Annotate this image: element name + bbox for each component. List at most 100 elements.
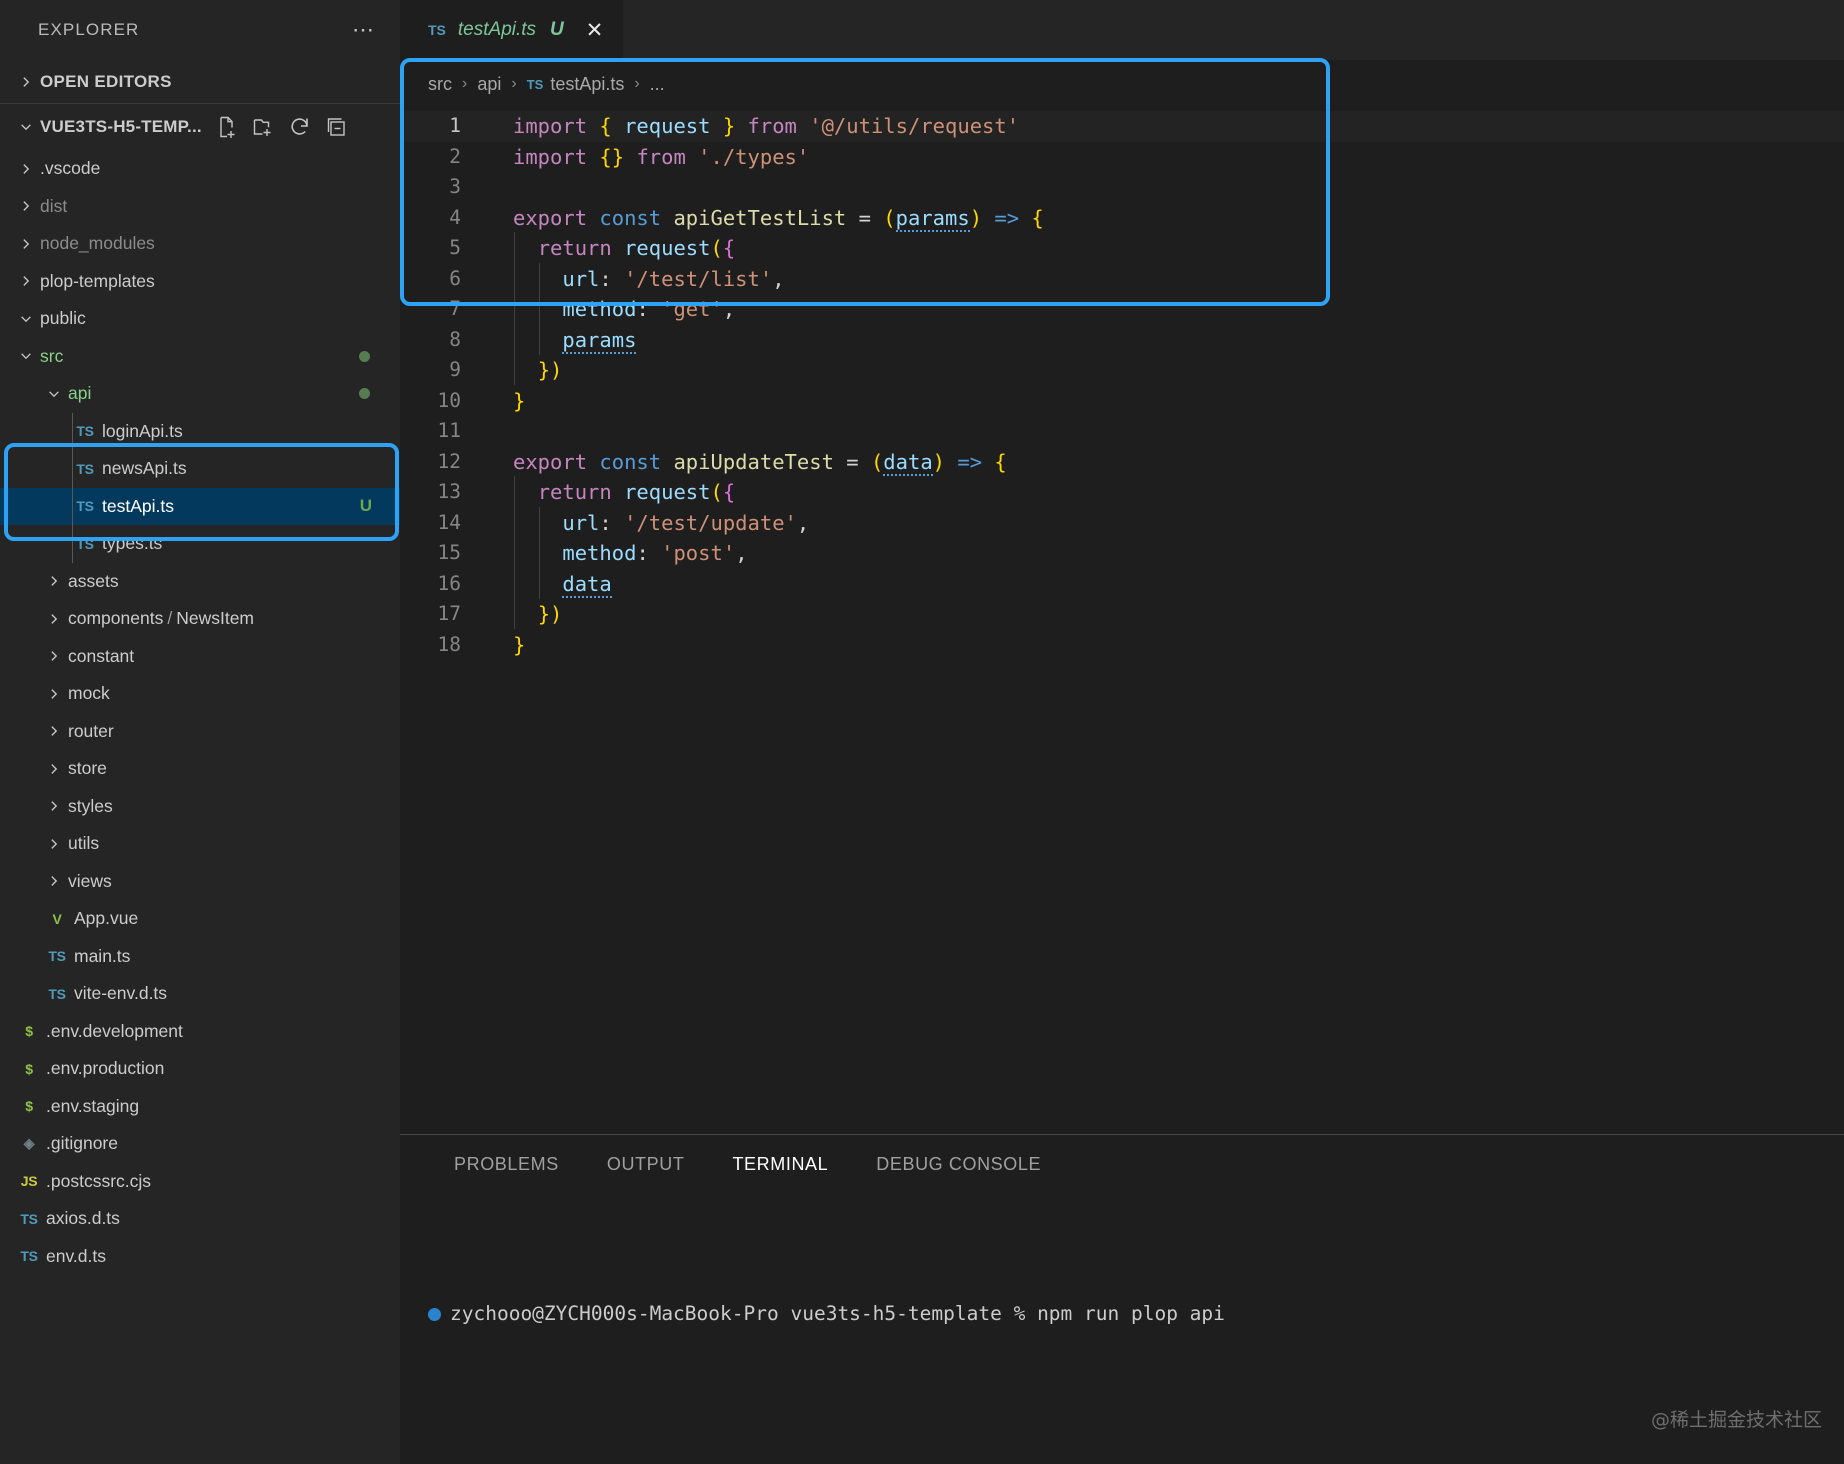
new-file-icon[interactable]	[216, 115, 240, 139]
new-folder-icon[interactable]	[252, 115, 276, 139]
code-line[interactable]: 10}	[400, 386, 1844, 417]
code-line[interactable]: 4export const apiGetTestList = (params) …	[400, 203, 1844, 234]
tree-item-env-d-ts[interactable]: TSenv.d.ts	[0, 1238, 400, 1276]
panel-tab-output[interactable]: OUTPUT	[583, 1135, 709, 1193]
tree-item-env-development[interactable]: $.env.development	[0, 1013, 400, 1051]
tree-item-axios-d-ts[interactable]: TSaxios.d.ts	[0, 1200, 400, 1238]
code-editor[interactable]: 1import { request } from '@/utils/reques…	[400, 108, 1844, 1134]
chevron-right-icon	[12, 274, 40, 288]
tree-item-newsapi-ts[interactable]: TSnewsApi.ts	[0, 450, 400, 488]
tree-item-label: .env.staging	[46, 1096, 139, 1117]
tab-untracked-badge: U	[550, 19, 564, 41]
explorer-header: EXPLORER ⋯	[0, 0, 400, 60]
tree-item-label: loginApi.ts	[102, 421, 183, 442]
code-line[interactable]: 12export const apiUpdateTest = (data) =>…	[400, 447, 1844, 478]
indent-guide	[72, 525, 73, 563]
breadcrumb-item-src[interactable]: src	[428, 74, 452, 95]
ts-file-icon: TS	[40, 986, 74, 1002]
tree-item-label: store	[68, 758, 107, 779]
tree-item-router[interactable]: router	[0, 713, 400, 751]
code-text: return request({	[485, 233, 735, 264]
code-line[interactable]: 1import { request } from '@/utils/reques…	[400, 111, 1844, 142]
tree-item-assets[interactable]: assets	[0, 563, 400, 601]
tree-item-env-staging[interactable]: $.env.staging	[0, 1088, 400, 1126]
panel-tab-debug-console[interactable]: DEBUG CONSOLE	[852, 1135, 1065, 1193]
line-number: 15	[400, 538, 485, 569]
tree-item-gitignore[interactable]: ◈.gitignore	[0, 1125, 400, 1163]
chevron-right-icon: ›	[501, 75, 526, 93]
workspace-root-row[interactable]: VUE3TS-H5-TEMP...	[0, 104, 400, 150]
code-text: })	[485, 355, 562, 386]
tree-item-public[interactable]: public	[0, 300, 400, 338]
code-line[interactable]: 5 return request({	[400, 233, 1844, 264]
tree-item-label: env.d.ts	[46, 1246, 106, 1267]
code-line[interactable]: 17 })	[400, 599, 1844, 630]
tree-item-vscode[interactable]: .vscode	[0, 150, 400, 188]
line-number: 2	[400, 142, 485, 173]
code-line[interactable]: 11	[400, 416, 1844, 447]
close-icon[interactable]: ✕	[586, 18, 604, 43]
tree-item-label: public	[40, 308, 86, 329]
tree-item-vite-env-d-ts[interactable]: TSvite-env.d.ts	[0, 975, 400, 1013]
tree-item-label: constant	[68, 646, 134, 667]
vue-file-icon: V	[40, 911, 74, 927]
code-line[interactable]: 16 data	[400, 569, 1844, 600]
tree-item-constant[interactable]: constant	[0, 638, 400, 676]
breadcrumb-item-symbols[interactable]: ...	[650, 74, 665, 95]
line-number: 6	[400, 264, 485, 295]
section-open-editors[interactable]: OPEN EDITORS	[0, 60, 400, 104]
tab-testApi-ts[interactable]: TS testApi.ts U ✕	[400, 0, 624, 60]
tree-item-styles[interactable]: styles	[0, 788, 400, 826]
tree-item-components[interactable]: components/NewsItem	[0, 600, 400, 638]
line-number: 9	[400, 355, 485, 386]
tree-item-api[interactable]: api	[0, 375, 400, 413]
refresh-icon[interactable]	[288, 115, 312, 139]
code-line[interactable]: 2import {} from './types'	[400, 142, 1844, 173]
tree-item-types-ts[interactable]: TStypes.ts	[0, 525, 400, 563]
code-line[interactable]: 6 url: '/test/list',	[400, 264, 1844, 295]
breadcrumb-item-file[interactable]: testApi.ts	[550, 74, 624, 95]
terminal-prompt-cwd: vue3ts-h5-template	[790, 1302, 1001, 1325]
tree-item-mock[interactable]: mock	[0, 675, 400, 713]
code-line[interactable]: 13 return request({	[400, 477, 1844, 508]
tree-item-app-vue[interactable]: VApp.vue	[0, 900, 400, 938]
code-line[interactable]: 9 })	[400, 355, 1844, 386]
breadcrumb-item-api[interactable]: api	[477, 74, 501, 95]
chevron-right-icon	[12, 162, 40, 176]
code-line[interactable]: 18}	[400, 630, 1844, 661]
code-line[interactable]: 7 method: 'get',	[400, 294, 1844, 325]
tree-item-postcssrc-cjs[interactable]: JS.postcssrc.cjs	[0, 1163, 400, 1201]
tree-item-label: components	[68, 608, 163, 629]
line-number: 8	[400, 325, 485, 356]
terminal-prompt-line: zychooo@ZYCH000s-MacBook-Pro vue3ts-h5-t…	[428, 1299, 1844, 1329]
tree-item-loginapi-ts[interactable]: TSloginApi.ts	[0, 413, 400, 451]
tree-item-label: styles	[68, 796, 113, 817]
tree-item-dist[interactable]: dist	[0, 188, 400, 226]
tree-item-views[interactable]: views	[0, 863, 400, 901]
tree-item-plop-templates[interactable]: plop-templates	[0, 263, 400, 301]
tree-item-env-production[interactable]: $.env.production	[0, 1050, 400, 1088]
code-text: import { request } from '@/utils/request…	[485, 111, 1019, 142]
tree-item-label: node_modules	[40, 233, 155, 254]
tree-item-label: .env.development	[46, 1021, 183, 1042]
code-line[interactable]: 8 params	[400, 325, 1844, 356]
terminal-output[interactable]: zychooo@ZYCH000s-MacBook-Pro vue3ts-h5-t…	[400, 1193, 1844, 1464]
tree-item-utils[interactable]: utils	[0, 825, 400, 863]
tree-item-store[interactable]: store	[0, 750, 400, 788]
code-line[interactable]: 15 method: 'post',	[400, 538, 1844, 569]
code-line[interactable]: 3	[400, 172, 1844, 203]
code-line[interactable]: 14 url: '/test/update',	[400, 508, 1844, 539]
ellipsis-icon[interactable]: ⋯	[352, 25, 376, 35]
panel-tab-terminal[interactable]: TERMINAL	[708, 1135, 852, 1193]
tree-item-node-modules[interactable]: node_modules	[0, 225, 400, 263]
collapse-all-icon[interactable]	[324, 115, 348, 139]
ts-file-icon: TS	[12, 1211, 46, 1227]
tree-item-main-ts[interactable]: TSmain.ts	[0, 938, 400, 976]
tree-item-label: .vscode	[40, 158, 100, 179]
code-text: params	[485, 325, 636, 356]
line-number: 13	[400, 477, 485, 508]
tree-item-src[interactable]: src	[0, 338, 400, 376]
panel-tab-problems[interactable]: PROBLEMS	[430, 1135, 583, 1193]
chevron-right-icon	[40, 874, 68, 888]
tree-item-testapi-ts[interactable]: TStestApi.tsU	[0, 488, 400, 526]
